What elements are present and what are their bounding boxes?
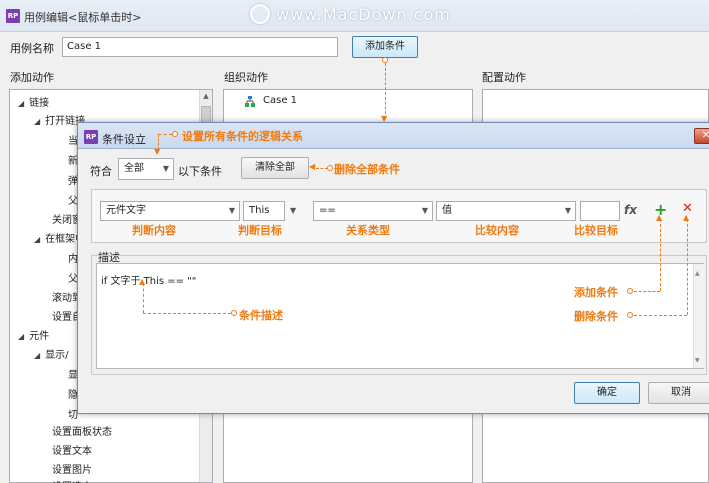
annotation-line (143, 313, 231, 314)
annotation-relation-type: 关系类型 (346, 224, 390, 237)
configure-actions-heading: 配置动作 (482, 71, 526, 84)
cancel-button[interactable]: 取消 (648, 382, 709, 404)
add-actions-heading: 添加动作 (10, 71, 54, 84)
annotation-delete-all: 删除全部条件 (334, 163, 400, 176)
expand-triangle-icon[interactable]: ◢ (18, 99, 24, 108)
tree-item-widgets[interactable]: ◢ 元件 (18, 327, 49, 342)
chevron-down-icon: ▼ (564, 206, 571, 215)
annotation-arrow-icon: ▼ (154, 147, 161, 156)
watermark-logo-icon (250, 4, 270, 24)
tree-item-link[interactable]: ◢ 链接 (18, 94, 49, 109)
description-text: if 文字于 This == "" (101, 276, 197, 287)
compare-content-select[interactable]: 值 ▼ (436, 201, 576, 221)
dialog-title: 条件设立 (102, 133, 146, 146)
chevron-down-icon: ▼ (421, 206, 428, 215)
expand-triangle-icon[interactable]: ◢ (34, 117, 40, 126)
chevron-down-icon: ▼ (228, 206, 235, 215)
tree-item-set-selected[interactable]: 设置选中 (52, 478, 92, 483)
annotation-dot (172, 131, 178, 137)
case-icon (244, 96, 256, 107)
case-item[interactable]: Case 1 (263, 95, 297, 106)
tree-item-set-image[interactable]: 设置图片 (52, 461, 92, 476)
annotation-dot (627, 288, 633, 294)
annotation-condition-description: 条件描述 (239, 309, 283, 322)
expand-triangle-icon[interactable]: ◢ (18, 332, 24, 341)
tree-item-show-hide[interactable]: ◢ 显示/ (34, 346, 69, 361)
scroll-down-arrow-icon[interactable]: ▼ (695, 357, 700, 364)
condition-target-input[interactable]: This (243, 201, 285, 221)
annotation-judge-target: 判断目标 (238, 224, 282, 237)
annotation-line (660, 219, 661, 291)
annotation-delete-condition: 删除条件 (574, 310, 618, 323)
organize-actions-heading: 组织动作 (224, 71, 268, 84)
watermark: www.MacDown.com (250, 4, 451, 24)
annotation-line (385, 63, 386, 119)
ok-button[interactable]: 确定 (574, 382, 640, 404)
expand-triangle-icon[interactable]: ◢ (34, 235, 40, 244)
match-suffix-label: 以下条件 (178, 165, 222, 178)
annotation-dot (327, 165, 333, 171)
match-select[interactable]: 全部 ▼ (118, 158, 174, 180)
compare-target-input[interactable] (580, 201, 620, 221)
scroll-up-arrow-icon[interactable]: ▲ (201, 92, 211, 104)
window-title: 用例编辑<鼠标单击时> (24, 11, 142, 24)
annotation-line (687, 219, 688, 315)
expand-triangle-icon[interactable]: ◢ (34, 351, 40, 360)
annotation-compare-target: 比较目标 (574, 224, 618, 237)
annotation-dot (231, 310, 237, 316)
tree-item-set-panel-state[interactable]: 设置面板状态 (52, 423, 112, 438)
annotation-add-condition: 添加条件 (574, 286, 618, 299)
description-scrollbar[interactable]: ▲ ▼ (693, 264, 704, 368)
condition-content-select[interactable]: 元件文字 ▼ (100, 201, 240, 221)
match-label: 符合 (90, 165, 112, 178)
annotation-line (634, 291, 660, 292)
condition-operator-select[interactable]: == ▼ (313, 201, 433, 221)
chevron-down-icon: ▼ (162, 164, 169, 173)
close-icon[interactable]: ✕ (702, 130, 709, 141)
dialog-logo-icon: RP (84, 130, 98, 144)
tree-item-set-text[interactable]: 设置文本 (52, 442, 92, 457)
annotation-compare-content: 比较内容 (475, 224, 519, 237)
case-name-label: 用例名称 (10, 42, 54, 55)
annotation-logic-relation: 设置所有条件的逻辑关系 (182, 130, 303, 143)
annotation-arrow-icon: ▲ (683, 213, 690, 222)
fx-button[interactable]: fx (624, 203, 637, 217)
annotation-arrow-icon: ▲ (139, 277, 146, 286)
annotation-line (143, 283, 144, 313)
annotation-arrow-icon: ◀ (309, 162, 316, 171)
chevron-down-icon[interactable]: ▼ (290, 206, 296, 215)
add-condition-button[interactable]: 添加条件 (352, 36, 418, 58)
condition-dialog: RP 条件设立 ✕ 设置所有条件的逻辑关系 ▼ 符合 全部 ▼ 以下条件 清除全部… (77, 122, 709, 414)
clear-all-button[interactable]: 清除全部 (241, 157, 309, 179)
annotation-judge-content: 判断内容 (132, 224, 176, 237)
app-logo-icon: RP (6, 9, 20, 23)
scroll-up-arrow-icon[interactable]: ▲ (695, 270, 700, 277)
annotation-dot (627, 312, 633, 318)
dialog-close-button[interactable]: ✕ (694, 128, 709, 144)
watermark-text: www.MacDown.com (276, 5, 451, 24)
case-name-input[interactable]: Case 1 (62, 37, 338, 57)
annotation-line (634, 315, 687, 316)
annotation-line (158, 134, 172, 135)
annotation-arrow-icon: ▲ (656, 213, 663, 222)
